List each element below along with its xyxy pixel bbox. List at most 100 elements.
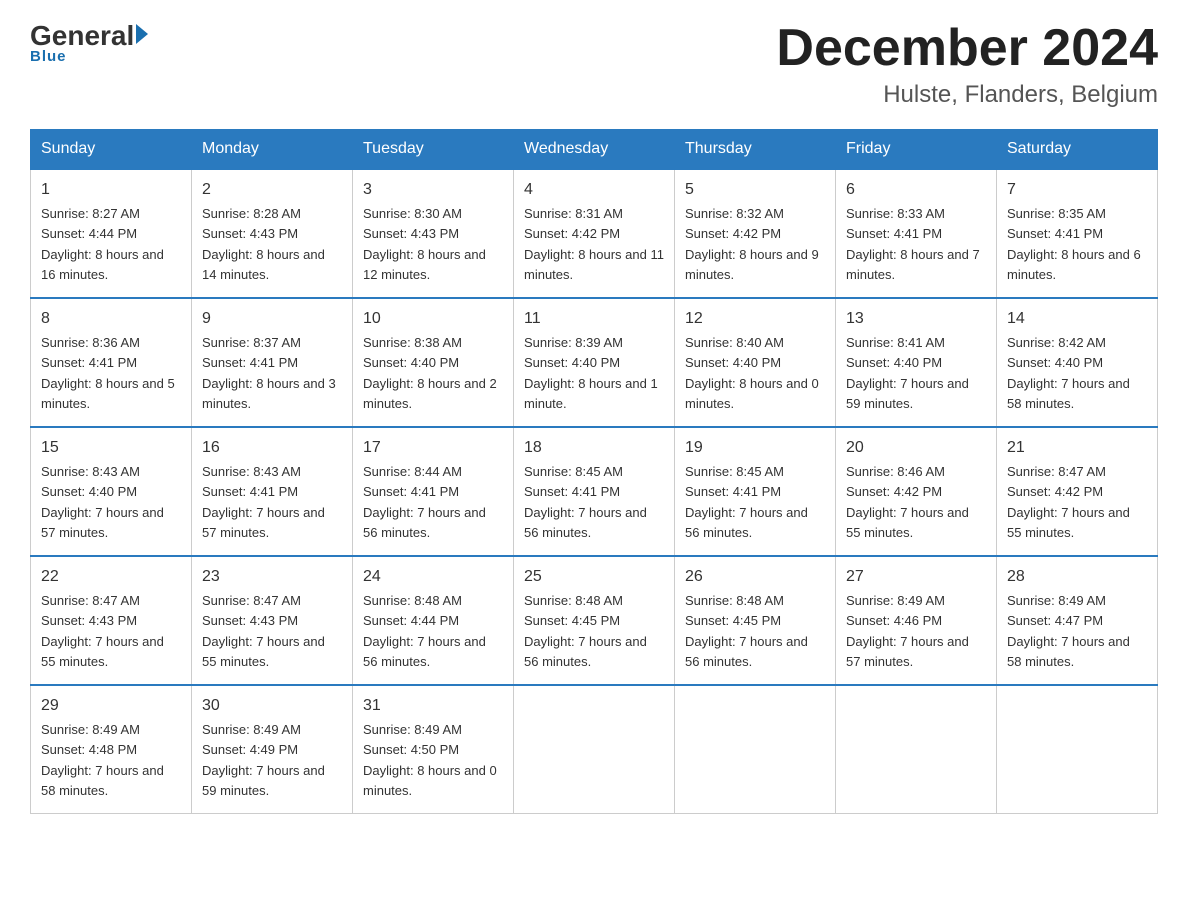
day-info: Sunrise: 8:47 AMSunset: 4:43 PMDaylight:… [202,593,325,669]
day-number: 19 [685,436,825,460]
day-info: Sunrise: 8:40 AMSunset: 4:40 PMDaylight:… [685,335,819,411]
day-info: Sunrise: 8:45 AMSunset: 4:41 PMDaylight:… [685,464,808,540]
table-row: 29 Sunrise: 8:49 AMSunset: 4:48 PMDaylig… [31,685,192,814]
table-row: 13 Sunrise: 8:41 AMSunset: 4:40 PMDaylig… [836,298,997,427]
day-info: Sunrise: 8:45 AMSunset: 4:41 PMDaylight:… [524,464,647,540]
col-wednesday: Wednesday [514,130,675,170]
day-number: 5 [685,178,825,202]
calendar-week-row: 8 Sunrise: 8:36 AMSunset: 4:41 PMDayligh… [31,298,1158,427]
table-row: 4 Sunrise: 8:31 AMSunset: 4:42 PMDayligh… [514,169,675,298]
day-number: 30 [202,694,342,718]
day-number: 8 [41,307,181,331]
day-number: 21 [1007,436,1147,460]
day-info: Sunrise: 8:48 AMSunset: 4:45 PMDaylight:… [685,593,808,669]
table-row: 31 Sunrise: 8:49 AMSunset: 4:50 PMDaylig… [353,685,514,814]
logo-blue-text: Blue [30,48,67,65]
calendar-week-row: 22 Sunrise: 8:47 AMSunset: 4:43 PMDaylig… [31,556,1158,685]
table-row [675,685,836,814]
table-row: 26 Sunrise: 8:48 AMSunset: 4:45 PMDaylig… [675,556,836,685]
day-info: Sunrise: 8:27 AMSunset: 4:44 PMDaylight:… [41,206,164,282]
day-info: Sunrise: 8:43 AMSunset: 4:40 PMDaylight:… [41,464,164,540]
day-number: 16 [202,436,342,460]
table-row: 18 Sunrise: 8:45 AMSunset: 4:41 PMDaylig… [514,427,675,556]
calendar-header-row: Sunday Monday Tuesday Wednesday Thursday… [31,130,1158,170]
day-number: 28 [1007,565,1147,589]
table-row: 7 Sunrise: 8:35 AMSunset: 4:41 PMDayligh… [997,169,1158,298]
table-row: 10 Sunrise: 8:38 AMSunset: 4:40 PMDaylig… [353,298,514,427]
col-monday: Monday [192,130,353,170]
col-tuesday: Tuesday [353,130,514,170]
day-info: Sunrise: 8:49 AMSunset: 4:46 PMDaylight:… [846,593,969,669]
day-number: 22 [41,565,181,589]
calendar-table: Sunday Monday Tuesday Wednesday Thursday… [30,129,1158,814]
day-info: Sunrise: 8:49 AMSunset: 4:47 PMDaylight:… [1007,593,1130,669]
table-row: 11 Sunrise: 8:39 AMSunset: 4:40 PMDaylig… [514,298,675,427]
col-friday: Friday [836,130,997,170]
day-info: Sunrise: 8:42 AMSunset: 4:40 PMDaylight:… [1007,335,1130,411]
day-number: 13 [846,307,986,331]
day-number: 29 [41,694,181,718]
table-row: 19 Sunrise: 8:45 AMSunset: 4:41 PMDaylig… [675,427,836,556]
table-row: 22 Sunrise: 8:47 AMSunset: 4:43 PMDaylig… [31,556,192,685]
title-block: December 2024 Hulste, Flanders, Belgium [776,20,1158,109]
day-number: 10 [363,307,503,331]
day-number: 27 [846,565,986,589]
table-row: 12 Sunrise: 8:40 AMSunset: 4:40 PMDaylig… [675,298,836,427]
day-number: 14 [1007,307,1147,331]
day-number: 3 [363,178,503,202]
day-info: Sunrise: 8:44 AMSunset: 4:41 PMDaylight:… [363,464,486,540]
day-number: 31 [363,694,503,718]
table-row: 30 Sunrise: 8:49 AMSunset: 4:49 PMDaylig… [192,685,353,814]
day-info: Sunrise: 8:28 AMSunset: 4:43 PMDaylight:… [202,206,325,282]
day-info: Sunrise: 8:47 AMSunset: 4:42 PMDaylight:… [1007,464,1130,540]
table-row: 27 Sunrise: 8:49 AMSunset: 4:46 PMDaylig… [836,556,997,685]
day-info: Sunrise: 8:49 AMSunset: 4:49 PMDaylight:… [202,722,325,798]
table-row: 24 Sunrise: 8:48 AMSunset: 4:44 PMDaylig… [353,556,514,685]
day-number: 6 [846,178,986,202]
day-number: 25 [524,565,664,589]
day-number: 12 [685,307,825,331]
day-number: 15 [41,436,181,460]
location-subtitle: Hulste, Flanders, Belgium [776,81,1158,109]
logo: General Blue [30,20,148,65]
table-row [836,685,997,814]
day-number: 7 [1007,178,1147,202]
month-year-title: December 2024 [776,20,1158,77]
day-info: Sunrise: 8:32 AMSunset: 4:42 PMDaylight:… [685,206,819,282]
day-number: 23 [202,565,342,589]
table-row: 16 Sunrise: 8:43 AMSunset: 4:41 PMDaylig… [192,427,353,556]
day-number: 2 [202,178,342,202]
table-row: 28 Sunrise: 8:49 AMSunset: 4:47 PMDaylig… [997,556,1158,685]
col-saturday: Saturday [997,130,1158,170]
col-thursday: Thursday [675,130,836,170]
day-number: 4 [524,178,664,202]
day-info: Sunrise: 8:35 AMSunset: 4:41 PMDaylight:… [1007,206,1141,282]
table-row: 23 Sunrise: 8:47 AMSunset: 4:43 PMDaylig… [192,556,353,685]
calendar-week-row: 29 Sunrise: 8:49 AMSunset: 4:48 PMDaylig… [31,685,1158,814]
day-number: 1 [41,178,181,202]
day-info: Sunrise: 8:31 AMSunset: 4:42 PMDaylight:… [524,206,664,282]
day-number: 20 [846,436,986,460]
day-info: Sunrise: 8:37 AMSunset: 4:41 PMDaylight:… [202,335,336,411]
day-number: 17 [363,436,503,460]
col-sunday: Sunday [31,130,192,170]
day-number: 26 [685,565,825,589]
day-info: Sunrise: 8:46 AMSunset: 4:42 PMDaylight:… [846,464,969,540]
day-number: 24 [363,565,503,589]
table-row: 2 Sunrise: 8:28 AMSunset: 4:43 PMDayligh… [192,169,353,298]
day-info: Sunrise: 8:49 AMSunset: 4:50 PMDaylight:… [363,722,497,798]
day-info: Sunrise: 8:36 AMSunset: 4:41 PMDaylight:… [41,335,175,411]
day-number: 18 [524,436,664,460]
table-row: 1 Sunrise: 8:27 AMSunset: 4:44 PMDayligh… [31,169,192,298]
day-info: Sunrise: 8:41 AMSunset: 4:40 PMDaylight:… [846,335,969,411]
table-row: 14 Sunrise: 8:42 AMSunset: 4:40 PMDaylig… [997,298,1158,427]
day-info: Sunrise: 8:48 AMSunset: 4:44 PMDaylight:… [363,593,486,669]
day-info: Sunrise: 8:38 AMSunset: 4:40 PMDaylight:… [363,335,497,411]
day-info: Sunrise: 8:48 AMSunset: 4:45 PMDaylight:… [524,593,647,669]
table-row: 25 Sunrise: 8:48 AMSunset: 4:45 PMDaylig… [514,556,675,685]
day-info: Sunrise: 8:33 AMSunset: 4:41 PMDaylight:… [846,206,980,282]
table-row: 3 Sunrise: 8:30 AMSunset: 4:43 PMDayligh… [353,169,514,298]
table-row: 20 Sunrise: 8:46 AMSunset: 4:42 PMDaylig… [836,427,997,556]
table-row [514,685,675,814]
day-info: Sunrise: 8:30 AMSunset: 4:43 PMDaylight:… [363,206,486,282]
